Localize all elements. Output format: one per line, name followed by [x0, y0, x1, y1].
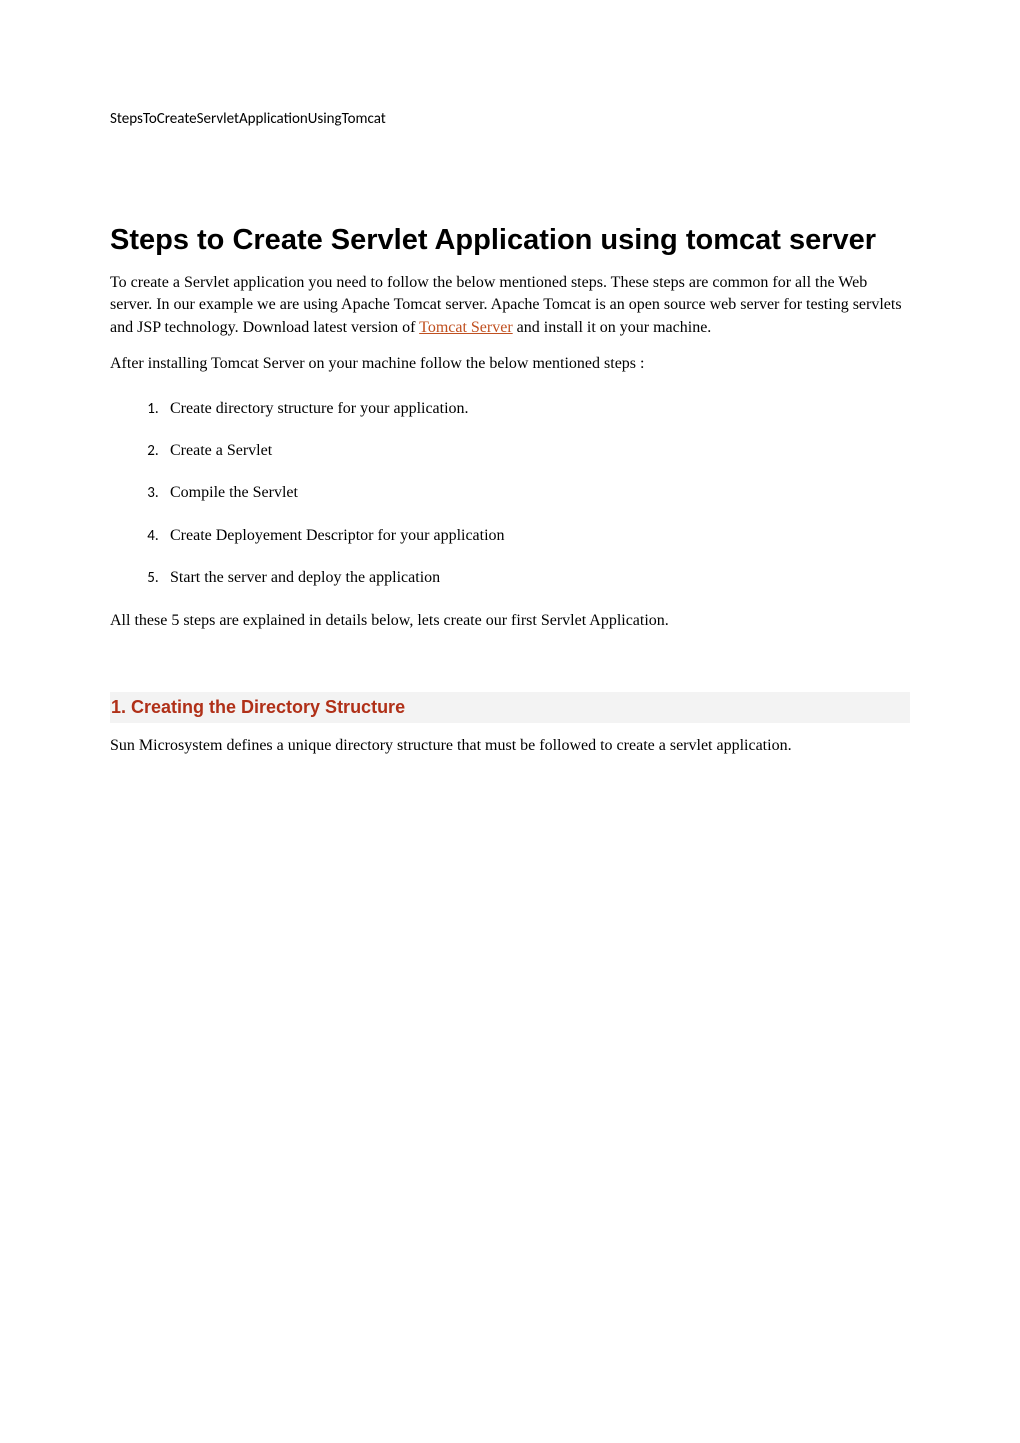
intro-paragraph: To create a Servlet application you need…: [110, 272, 910, 339]
intro-text-part2: and install it on your machine.: [513, 319, 712, 336]
after-install-paragraph: After installing Tomcat Server on your m…: [110, 353, 910, 375]
list-item: Start the server and deploy the applicat…: [162, 567, 910, 589]
list-item: Create directory structure for your appl…: [162, 398, 910, 420]
list-item: Create a Servlet: [162, 440, 910, 462]
closing-paragraph: All these 5 steps are explained in detai…: [110, 610, 910, 632]
steps-list: Create directory structure for your appl…: [162, 398, 910, 590]
page-header: StepsToCreateServletApplicationUsingTomc…: [110, 110, 910, 128]
list-item: Compile the Servlet: [162, 482, 910, 504]
page-title: Steps to Create Servlet Application usin…: [110, 213, 910, 268]
section-body: Sun Microsystem defines a unique directo…: [110, 735, 910, 757]
tomcat-server-link[interactable]: Tomcat Server: [419, 319, 513, 336]
list-item: Create Deployement Descriptor for your a…: [162, 525, 910, 547]
section-heading: 1. Creating the Directory Structure: [110, 692, 910, 723]
